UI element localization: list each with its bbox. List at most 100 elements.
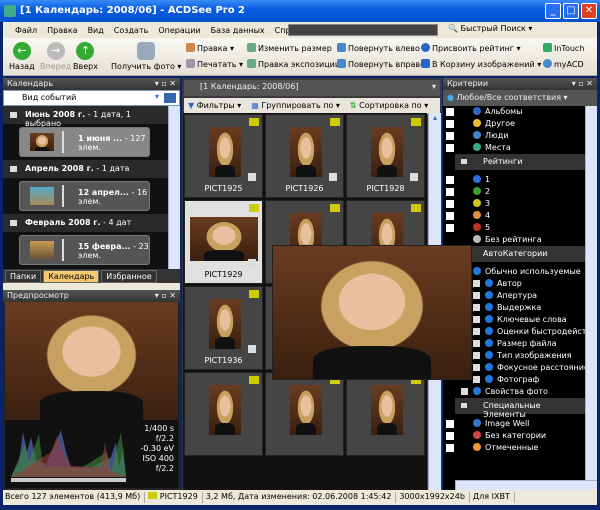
- thumbnail[interactable]: [346, 372, 425, 456]
- rotate-right-button[interactable]: Повернуть вправо: [337, 59, 425, 69]
- expand-icon[interactable]: [473, 328, 480, 335]
- criteria-checkbox[interactable]: [446, 188, 454, 196]
- criteria-checkbox[interactable]: [446, 108, 454, 116]
- criteria-checkbox[interactable]: [446, 176, 454, 184]
- thumbnail[interactable]: [184, 372, 263, 456]
- special-items-section[interactable]: Специальные Элементы: [455, 398, 585, 419]
- expand-icon[interactable]: [473, 364, 480, 371]
- edit-button[interactable]: Правка ▾: [186, 43, 234, 53]
- myacd-button[interactable]: myACD: [543, 59, 584, 69]
- thumbnail[interactable]: PICT1929: [184, 200, 263, 284]
- forward-button[interactable]: → Вперед: [40, 42, 71, 71]
- up-button[interactable]: ↑ Вверх: [73, 42, 98, 71]
- criteria-checkbox[interactable]: [446, 200, 454, 208]
- back-button[interactable]: ← Назад: [9, 42, 35, 71]
- thumbnail-checkbox[interactable]: [410, 173, 418, 181]
- panel-controls[interactable]: ▾ ▫ ✕: [572, 79, 593, 88]
- menu-file[interactable]: Файл: [15, 26, 37, 35]
- category-icon: [473, 443, 481, 451]
- print-button[interactable]: Печатать ▾: [186, 59, 243, 69]
- calendar-scrollbar[interactable]: [168, 106, 180, 269]
- quick-search-button[interactable]: 🔍 Быстрый Поиск ▾: [448, 24, 532, 33]
- criteria-item[interactable]: 1: [443, 174, 585, 186]
- group-by-button[interactable]: ▦ Группировать по ▾: [251, 101, 340, 111]
- expand-icon[interactable]: [473, 340, 480, 347]
- criteria-item[interactable]: Другое: [443, 118, 585, 130]
- criteria-item[interactable]: Image Well: [443, 418, 585, 430]
- tab-folders[interactable]: Папки: [5, 270, 42, 283]
- criteria-hscrollbar[interactable]: [455, 480, 597, 490]
- criteria-item[interactable]: Люди: [443, 130, 585, 142]
- event-card[interactable]: 15 февра... - 23 элем.: [19, 235, 150, 265]
- set-rating-button[interactable]: Присвоить рейтинг ▾: [421, 43, 520, 53]
- view-select[interactable]: Вид событий ▾: [3, 90, 180, 106]
- event-card[interactable]: 12 апрел... - 16 элем.: [19, 181, 150, 211]
- expand-icon[interactable]: [473, 376, 480, 383]
- criteria-checkbox[interactable]: [446, 444, 454, 452]
- thumbnail[interactable]: [265, 372, 344, 456]
- tab-calendar[interactable]: Календарь: [43, 270, 100, 283]
- month-group-april[interactable]: Апрель 2008 г. - 1 дата: [3, 160, 168, 178]
- thumbnail-checkbox[interactable]: [329, 173, 337, 181]
- image-basket-button[interactable]: В Корзину изображений ▾: [421, 59, 541, 69]
- criteria-checkbox[interactable]: [446, 432, 454, 440]
- tab-favorites[interactable]: Избранное: [101, 270, 157, 283]
- menu-database[interactable]: База данных: [211, 26, 265, 35]
- get-photos-button[interactable]: Получить фото ▾: [111, 42, 181, 71]
- thumbnail-checkbox[interactable]: [248, 345, 256, 353]
- thumbnail[interactable]: PICT1936: [184, 286, 263, 370]
- panel-controls[interactable]: ▾ ▫ ✕: [155, 79, 176, 88]
- criteria-checkbox[interactable]: [446, 224, 454, 232]
- criteria-checkbox[interactable]: [446, 420, 454, 428]
- expand-icon[interactable]: [473, 292, 480, 299]
- thumbnail[interactable]: PICT1926: [265, 114, 344, 198]
- criteria-scrollbar[interactable]: [585, 106, 597, 480]
- criteria-item[interactable]: Альбомы: [443, 106, 585, 118]
- criteria-item[interactable]: Свойства фото: [443, 386, 585, 398]
- expand-icon[interactable]: [473, 304, 480, 311]
- expand-icon[interactable]: [473, 352, 480, 359]
- criteria-checkbox[interactable]: [446, 212, 454, 220]
- event-card[interactable]: 1 июня ... - 127 элем.: [19, 127, 150, 157]
- search-input[interactable]: [288, 24, 438, 36]
- menu-edit[interactable]: Правка: [47, 26, 77, 35]
- criteria-item[interactable]: Без категории: [443, 430, 585, 442]
- ratings-section[interactable]: Рейтинги: [455, 154, 585, 170]
- criteria-item[interactable]: Отмеченные: [443, 442, 585, 454]
- path-bar[interactable]: [1 Календарь: 2008/06] ▾: [184, 80, 440, 96]
- expand-icon[interactable]: [461, 388, 468, 395]
- menu-view[interactable]: Вид: [88, 26, 104, 35]
- intouch-button[interactable]: InTouch: [543, 43, 584, 53]
- criteria-item[interactable]: Места: [443, 142, 585, 154]
- criteria-label: Люди: [485, 131, 509, 140]
- minimize-button[interactable]: _: [545, 3, 561, 19]
- exposure-button[interactable]: Правка экспозиции: [247, 59, 340, 69]
- criteria-checkbox[interactable]: [446, 120, 454, 128]
- sort-by-button[interactable]: ⇅ Сортировка по ▾: [350, 101, 428, 111]
- expand-icon[interactable]: [473, 280, 480, 287]
- criteria-item[interactable]: 5: [443, 222, 585, 234]
- maximize-button[interactable]: □: [563, 3, 579, 19]
- filters-button[interactable]: ▼ Фильтры ▾: [188, 101, 241, 111]
- thumbnail[interactable]: PICT1925: [184, 114, 263, 198]
- month-group-february[interactable]: Февраль 2008 г. - 4 дат: [3, 214, 168, 232]
- thumbnail-checkbox[interactable]: [248, 173, 256, 181]
- criteria-checkbox[interactable]: [446, 132, 454, 140]
- resize-button[interactable]: Изменить размер: [247, 43, 332, 53]
- panel-controls[interactable]: ▾ ▫ ✕: [155, 291, 176, 300]
- close-button[interactable]: ✕: [581, 3, 597, 19]
- scroll-up-icon[interactable]: ▴: [429, 113, 441, 122]
- menu-tools[interactable]: Операции: [158, 26, 200, 35]
- thumbnail[interactable]: PICT1928: [346, 114, 425, 198]
- rotate-left-button[interactable]: Повернуть влево: [337, 43, 420, 53]
- thumbnail-checkbox[interactable]: [248, 259, 256, 267]
- criteria-checkbox[interactable]: [446, 144, 454, 152]
- autocategories-section[interactable]: АвтоКатегории: [455, 246, 585, 262]
- expand-icon[interactable]: [473, 316, 480, 323]
- criteria-item[interactable]: 3: [443, 198, 585, 210]
- criteria-item[interactable]: 4: [443, 210, 585, 222]
- match-select[interactable]: ● Любое/Все соответствия ▾: [443, 90, 597, 106]
- month-group-june[interactable]: Июнь 2008 г. - 1 дата, 1 выбрано: [3, 106, 168, 128]
- criteria-item[interactable]: 2: [443, 186, 585, 198]
- menu-create[interactable]: Создать: [114, 26, 149, 35]
